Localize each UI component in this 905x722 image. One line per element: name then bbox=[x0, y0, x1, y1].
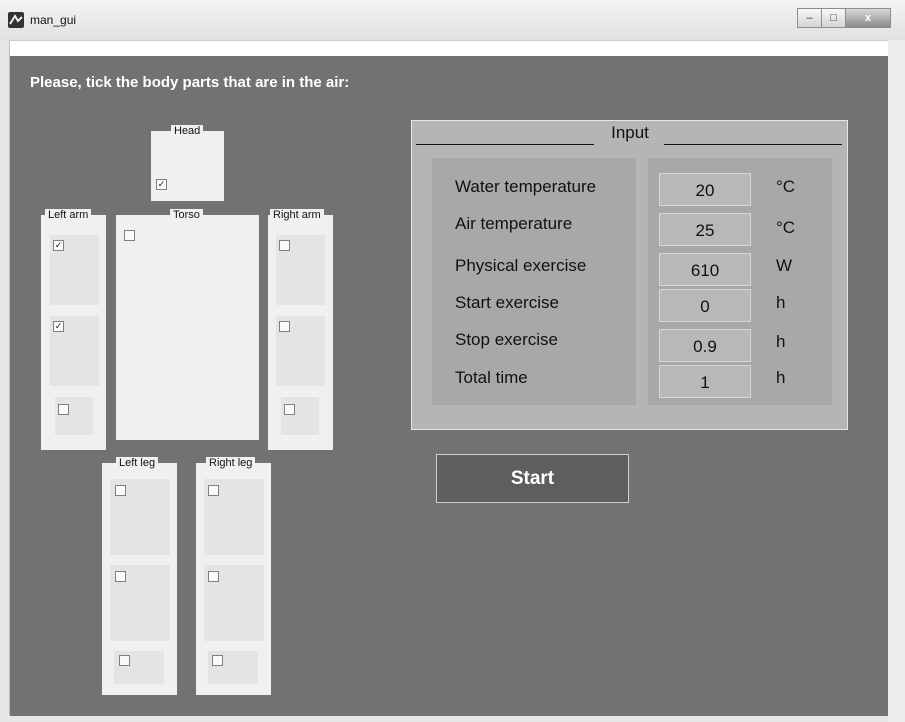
stop-exercise-label: Stop exercise bbox=[455, 330, 558, 349]
right-leg-panel: Right leg bbox=[196, 457, 271, 695]
right-leg-checkbox-2[interactable] bbox=[208, 571, 219, 582]
instruction-text: Please, tick the body parts that are in … bbox=[30, 74, 350, 91]
input-title-rule-left bbox=[416, 144, 594, 145]
minimize-button[interactable]: – bbox=[797, 8, 822, 28]
right-arm-hand-slot bbox=[281, 397, 319, 435]
left-arm-checkbox-2[interactable]: ✓ bbox=[53, 321, 64, 332]
title-bar: man_gui – □ x bbox=[0, 0, 905, 41]
left-arm-checkbox-1[interactable]: ✓ bbox=[53, 240, 64, 251]
total-time-label: Total time bbox=[455, 368, 528, 387]
left-leg-checkbox-2[interactable] bbox=[115, 571, 126, 582]
physical-exercise-field[interactable]: 610 bbox=[659, 253, 751, 286]
start-exercise-label: Start exercise bbox=[455, 293, 559, 312]
window-title: man_gui bbox=[30, 13, 77, 27]
start-button[interactable]: Start bbox=[436, 454, 629, 503]
torso-panel: Torso bbox=[116, 209, 259, 440]
right-arm-checkbox-3[interactable] bbox=[284, 404, 295, 415]
stop-exercise-unit: h bbox=[776, 332, 786, 351]
torso-checkbox-1[interactable] bbox=[124, 230, 135, 241]
maximize-button[interactable]: □ bbox=[821, 8, 846, 28]
air-temperature-field[interactable]: 25 bbox=[659, 213, 751, 246]
window-frame-left bbox=[0, 40, 10, 722]
right-arm-label: Right arm bbox=[270, 209, 324, 221]
left-leg-checkbox-1[interactable] bbox=[115, 485, 126, 496]
right-arm-checkbox-1[interactable] bbox=[279, 240, 290, 251]
total-time-field[interactable]: 1 bbox=[659, 365, 751, 398]
stop-exercise-field[interactable]: 0.9 bbox=[659, 329, 751, 362]
window-frame-bottom bbox=[9, 715, 888, 722]
close-button[interactable]: x bbox=[845, 8, 891, 28]
left-leg-panel: Left leg bbox=[102, 457, 177, 695]
right-leg-label: Right leg bbox=[206, 457, 256, 469]
air-temperature-label: Air temperature bbox=[455, 214, 573, 233]
physical-exercise-unit: W bbox=[776, 256, 793, 275]
start-exercise-field[interactable]: 0 bbox=[659, 289, 751, 322]
left-leg-checkbox-3[interactable] bbox=[119, 655, 130, 666]
right-leg-checkbox-3[interactable] bbox=[212, 655, 223, 666]
head-checkbox-1[interactable]: ✓ bbox=[156, 179, 167, 190]
left-arm-checkbox-3[interactable] bbox=[58, 404, 69, 415]
head-panel: Head ✓ bbox=[151, 125, 224, 201]
matlab-app-icon bbox=[8, 12, 24, 28]
torso-label: Torso bbox=[170, 209, 203, 221]
total-time-unit: h bbox=[776, 368, 786, 387]
left-arm-label: Left arm bbox=[45, 209, 92, 221]
start-exercise-unit: h bbox=[776, 293, 786, 312]
left-leg-label: Left leg bbox=[116, 457, 159, 469]
input-panel-title: Input bbox=[611, 123, 649, 142]
input-title-rule-right bbox=[664, 144, 842, 145]
left-arm-hand-slot bbox=[55, 397, 93, 435]
right-leg-checkbox-1[interactable] bbox=[208, 485, 219, 496]
water-temperature-label: Water temperature bbox=[455, 177, 597, 196]
window-frame-right bbox=[888, 40, 905, 722]
water-temperature-unit: °C bbox=[776, 177, 796, 196]
physical-exercise-label: Physical exercise bbox=[455, 256, 587, 275]
left-arm-panel: Left arm ✓ ✓ bbox=[41, 209, 106, 450]
air-temperature-unit: °C bbox=[776, 218, 796, 237]
head-label: Head bbox=[171, 125, 204, 137]
right-arm-checkbox-2[interactable] bbox=[279, 321, 290, 332]
right-arm-panel: Right arm bbox=[268, 209, 333, 450]
water-temperature-field[interactable]: 20 bbox=[659, 173, 751, 206]
